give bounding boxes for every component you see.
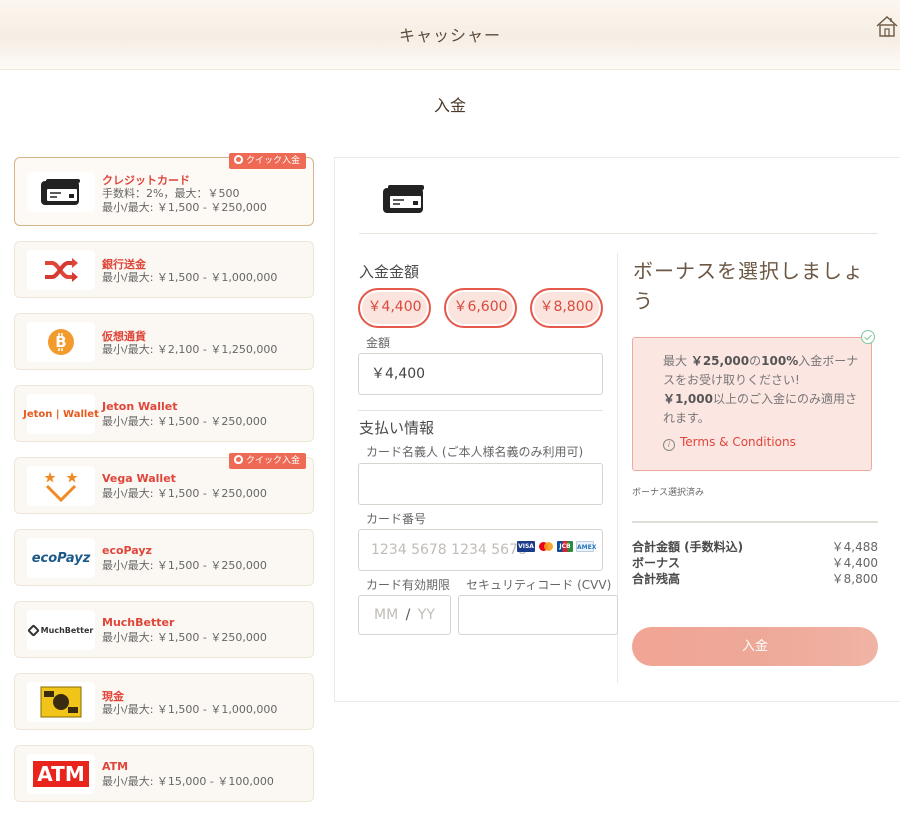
method-muchbetter[interactable]: MuchBetter MuchBetter 最小/最大: ￥1,500 - ￥2… bbox=[14, 601, 314, 658]
summary-row-balance: 合計残高 ￥8,800 bbox=[632, 572, 878, 586]
muchbetter-logo: MuchBetter bbox=[40, 625, 94, 635]
divider bbox=[632, 521, 878, 523]
bonus-description: 最大 ￥25,000の100%入金ボーナスをお受け取りください! ￥1,000以… bbox=[663, 354, 859, 425]
method-bank-transfer[interactable]: 銀行送金 最小/最大: ￥1,500 - ￥1,000,000 bbox=[14, 241, 314, 298]
jeton-logo: Jeton | Wallet bbox=[23, 408, 99, 420]
bitcoin-icon: B bbox=[48, 329, 74, 355]
logo: MuchBetter bbox=[26, 610, 95, 650]
logo: ecoPayz bbox=[27, 538, 95, 578]
method-crypto[interactable]: B 仮想通貨 最小/最大: ￥2,100 - ￥1,250,000 bbox=[14, 313, 314, 370]
jcb-icon: JCB bbox=[557, 541, 573, 552]
method-name: クレジットカード bbox=[102, 174, 190, 187]
expiry-separator: / bbox=[405, 607, 411, 623]
expiry-label: カード有効期限 bbox=[366, 578, 451, 592]
summary-row-bonus: ボーナス ￥4,400 bbox=[632, 556, 878, 570]
method-info: 最小/最大: ￥1,500 - ￥1,000,000 bbox=[102, 271, 278, 284]
method-info: 最小/最大: ￥1,500 - ￥250,000 bbox=[102, 415, 267, 428]
home-icon bbox=[876, 16, 898, 37]
method-cash[interactable]: 現金 最小/最大: ￥1,500 - ￥1,000,000 bbox=[14, 673, 314, 730]
mastercard-icon bbox=[538, 541, 554, 552]
logo bbox=[27, 682, 95, 722]
expiry-input[interactable]: MM / YY bbox=[358, 595, 451, 635]
amount-chip-6600[interactable]: ￥6,600 bbox=[444, 288, 517, 328]
cash-icon bbox=[40, 686, 82, 718]
method-name: ATM bbox=[102, 760, 129, 773]
cardholder-label: カード名義人 (ご本人様名義のみ利用可) bbox=[366, 445, 584, 459]
muchbetter-icon bbox=[26, 623, 40, 637]
vega-icon bbox=[44, 472, 78, 503]
amount-field-label: 金額 bbox=[366, 336, 391, 350]
method-ecopayz[interactable]: ecoPayz ecoPayz 最小/最大: ￥1,500 - ￥250,000 bbox=[14, 529, 314, 586]
flame-icon bbox=[233, 455, 243, 464]
method-info: 手数料：2%，最大：￥500 最小/最大: ￥1,500 - ￥250,000 bbox=[102, 187, 267, 214]
cardholder-input[interactable] bbox=[358, 463, 603, 505]
visa-icon: VISA bbox=[517, 541, 535, 552]
method-vega-wallet[interactable]: クイック入金 Vega Wallet 最小/最大: ￥1,500 - ￥250,… bbox=[14, 453, 314, 514]
divider bbox=[358, 410, 603, 411]
amount-chip-8800[interactable]: ￥8,800 bbox=[530, 288, 603, 328]
logo bbox=[27, 250, 95, 290]
method-name: Vega Wallet bbox=[102, 472, 176, 485]
bonus-selected-text: ボーナス選択済み bbox=[632, 488, 705, 498]
payment-info-label: 支払い情報 bbox=[359, 419, 435, 437]
credit-card-icon bbox=[41, 179, 80, 205]
check-icon bbox=[861, 330, 875, 344]
logo: ATM bbox=[27, 754, 95, 794]
method-info: 最小/最大: ￥1,500 - ￥250,000 bbox=[102, 559, 267, 572]
home-button[interactable] bbox=[874, 14, 900, 40]
svg-text:B: B bbox=[55, 333, 66, 351]
method-info: 最小/最大: ￥15,000 - ￥100,000 bbox=[102, 775, 274, 788]
bonus-option[interactable]: 最大 ￥25,000の100%入金ボーナスをお受け取りください! ￥1,000以… bbox=[632, 337, 872, 471]
method-name: ecoPayz bbox=[102, 544, 152, 557]
card-number-label: カード番号 bbox=[366, 512, 427, 526]
logo bbox=[27, 172, 95, 212]
summary-row-total: 合計金額 (手数料込) ￥4,488 bbox=[632, 540, 878, 554]
ecopayz-logo: ecoPayz bbox=[31, 550, 91, 566]
page-header-title: キャッシャー bbox=[398, 26, 501, 45]
method-name: MuchBetter bbox=[102, 616, 175, 629]
method-info: 最小/最大: ￥1,500 - ￥1,000,000 bbox=[102, 703, 278, 716]
atm-logo: ATM bbox=[33, 761, 89, 787]
expiry-year-placeholder: YY bbox=[417, 607, 435, 623]
cvv-label: セキュリティコード (CVV) bbox=[466, 578, 612, 592]
terms-link[interactable]: i Terms & Conditions bbox=[663, 435, 796, 451]
logo bbox=[27, 466, 95, 506]
method-name: Jeton Wallet bbox=[102, 400, 178, 413]
bonus-title: ボーナスを選択しましょう bbox=[633, 259, 864, 313]
info-icon: i bbox=[663, 439, 675, 451]
method-name: 仮想通貨 bbox=[102, 330, 146, 343]
quick-deposit-badge: クイック入金 bbox=[228, 453, 306, 469]
amex-icon: AMEX bbox=[576, 541, 596, 552]
quick-deposit-badge: クイック入金 bbox=[228, 153, 306, 169]
method-name: 現金 bbox=[102, 690, 124, 703]
method-info: 最小/最大: ￥2,100 - ￥1,250,000 bbox=[102, 343, 278, 356]
credit-card-icon bbox=[383, 185, 424, 213]
method-atm[interactable]: ATM ATM 最小/最大: ￥15,000 - ￥100,000 bbox=[14, 745, 314, 802]
method-info: 最小/最大: ￥1,500 - ￥250,000 bbox=[102, 631, 267, 644]
method-info: 最小/最大: ￥1,500 - ￥250,000 bbox=[102, 487, 267, 500]
cvv-input[interactable] bbox=[458, 595, 618, 635]
method-name: 銀行送金 bbox=[102, 258, 146, 271]
deposit-button[interactable]: 入金 bbox=[632, 627, 878, 666]
amount-section-label: 入金金額 bbox=[359, 263, 420, 281]
deposit-panel: 入金金額 ￥4,400 ￥6,600 ￥8,800 金額 ￥4,400 支払い情… bbox=[334, 157, 900, 702]
card-brand-logos: VISA JCB AMEX bbox=[517, 541, 596, 552]
amount-input[interactable]: ￥4,400 bbox=[358, 353, 603, 395]
shuffle-icon bbox=[45, 258, 78, 282]
amount-chip-4400[interactable]: ￥4,400 bbox=[358, 288, 431, 328]
logo: B bbox=[27, 322, 95, 362]
expiry-month-placeholder: MM bbox=[374, 607, 399, 623]
divider bbox=[359, 233, 878, 234]
method-jeton-wallet[interactable]: Jeton | Wallet Jeton Wallet 最小/最大: ￥1,50… bbox=[14, 385, 314, 442]
method-credit-card[interactable]: クイック入金 クレジットカード 手数料：2%，最大：￥500 最小/最大: ￥1… bbox=[14, 153, 314, 226]
header: キャッシャー bbox=[0, 0, 900, 70]
logo: Jeton | Wallet bbox=[23, 394, 99, 434]
page-title: 入金 bbox=[433, 96, 466, 115]
flame-icon bbox=[233, 155, 243, 164]
